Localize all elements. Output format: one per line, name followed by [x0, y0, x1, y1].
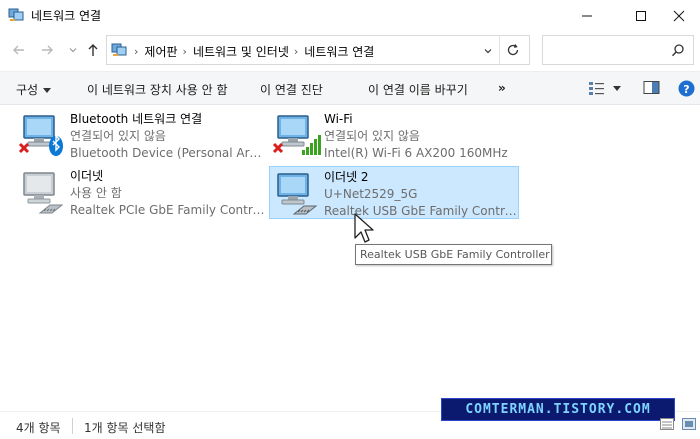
- breadcrumb: › 제어판 › 네트워크 및 인터넷 › 네트워크 연결: [129, 43, 374, 60]
- ethernet-adapter-icon: [277, 173, 318, 215]
- up-button[interactable]: [84, 41, 102, 59]
- connection-item-ethernet-2[interactable]: 이더넷 2 U+Net2529_5G Realtek USB GbE Famil…: [269, 166, 520, 219]
- arrow-left-icon: [13, 45, 24, 55]
- control-panel-icon: [111, 43, 127, 56]
- breadcrumb-separator-icon[interactable]: ›: [294, 45, 298, 58]
- close-button[interactable]: [656, 0, 700, 31]
- connection-name: 이더넷 2: [324, 170, 369, 184]
- breadcrumb-separator-icon[interactable]: ›: [134, 45, 138, 58]
- back-button[interactable]: [10, 41, 28, 59]
- breadcrumb-control-panel[interactable]: 제어판: [144, 43, 177, 60]
- wifi-adapter-icon: [272, 115, 321, 155]
- device-tooltip: Realtek USB GbE Family Controller: [355, 244, 552, 265]
- connection-text: 이더넷 사용 안 함 Realtek PCIe GbE Family Contr…: [70, 168, 266, 219]
- selected-count: 1개 항목 선택함: [84, 421, 166, 435]
- mouse-cursor-icon: [354, 213, 374, 243]
- disable-device-button[interactable]: 이 네트워크 장치 사용 안 함: [87, 81, 228, 98]
- address-dropdown-icon[interactable]: [483, 46, 493, 56]
- connection-status: 연결되어 있지 않음: [70, 129, 166, 143]
- chevron-down-icon: [69, 48, 77, 53]
- network-connections-icon: [8, 8, 24, 21]
- item-count: 4개 항목: [16, 421, 61, 435]
- chevron-down-icon: [43, 88, 52, 93]
- address-divider: [499, 36, 500, 64]
- arrow-up-icon: [88, 44, 98, 56]
- organize-menu[interactable]: 구성: [16, 81, 52, 98]
- connection-name: Wi-Fi: [324, 112, 353, 126]
- rename-connection-button[interactable]: 이 연결 이름 바꾸기: [368, 81, 468, 98]
- search-icon: [672, 44, 684, 57]
- navigation-bar: › 제어판 › 네트워크 및 인터넷 › 네트워크 연결: [0, 31, 700, 69]
- refresh-icon[interactable]: [506, 43, 520, 57]
- connection-name: 이더넷: [70, 169, 104, 183]
- organize-label: 구성: [16, 83, 39, 97]
- bluetooth-adapter-icon: [18, 115, 63, 156]
- maximize-icon: [636, 10, 646, 21]
- connection-name: Bluetooth 네트워크 연결: [70, 112, 203, 126]
- connection-status: U+Net2529_5G: [324, 187, 418, 201]
- details-view-icon[interactable]: [660, 418, 674, 430]
- connection-device: Realtek PCIe GbE Family Controller: [70, 203, 266, 217]
- close-icon: [673, 10, 685, 21]
- ethernet-adapter-icon: [23, 172, 64, 214]
- connection-item-ethernet[interactable]: 이더넷 사용 안 함 Realtek PCIe GbE Family Contr…: [16, 166, 266, 219]
- address-bar[interactable]: › 제어판 › 네트워크 및 인터넷 › 네트워크 연결: [106, 35, 530, 65]
- breadcrumb-network-internet[interactable]: 네트워크 및 인터넷: [193, 43, 289, 60]
- minimize-icon: [582, 15, 592, 16]
- breadcrumb-network-connections[interactable]: 네트워크 연결: [304, 43, 374, 60]
- view-options-dropdown-icon[interactable]: [613, 86, 621, 91]
- search-box[interactable]: [542, 35, 694, 65]
- window-title: 네트워크 연결: [31, 9, 102, 23]
- large-icons-view-icon[interactable]: [682, 418, 696, 430]
- forward-button[interactable]: [38, 41, 56, 59]
- command-bar: 구성 이 네트워크 장치 사용 안 함 이 연결 진단 이 연결 이름 바꾸기 …: [0, 71, 700, 105]
- minimize-button[interactable]: [564, 0, 610, 31]
- watermark: COMTERMAN.TISTORY.COM: [441, 398, 675, 421]
- disconnected-x-icon: [18, 142, 30, 154]
- connection-status: 연결되어 있지 않음: [324, 129, 420, 143]
- connection-text: Bluetooth 네트워크 연결 연결되어 있지 않음 Bluetooth D…: [70, 111, 266, 162]
- connection-device: Bluetooth Device (Personal Area ...: [70, 146, 266, 160]
- svg-text:?: ?: [683, 83, 689, 96]
- help-icon[interactable]: ?: [678, 80, 695, 97]
- connection-item-wifi[interactable]: Wi-Fi 연결되어 있지 않음 Intel(R) Wi-Fi 6 AX200 …: [270, 109, 520, 162]
- arrow-right-icon: [42, 45, 53, 55]
- status-divider: [72, 418, 73, 434]
- more-commands-button[interactable]: »: [498, 81, 506, 95]
- recent-locations-button[interactable]: [64, 41, 82, 59]
- change-view-icon[interactable]: [588, 80, 606, 96]
- preview-pane-icon[interactable]: [643, 80, 660, 95]
- breadcrumb-separator-icon[interactable]: ›: [183, 45, 187, 58]
- connection-item-bluetooth[interactable]: Bluetooth 네트워크 연결 연결되어 있지 않음 Bluetooth D…: [16, 109, 266, 162]
- connection-text: Wi-Fi 연결되어 있지 않음 Intel(R) Wi-Fi 6 AX200 …: [324, 111, 520, 162]
- connections-list: Bluetooth 네트워크 연결 연결되어 있지 않음 Bluetooth D…: [0, 105, 700, 411]
- title-bar: 네트워크 연결: [0, 0, 700, 31]
- connection-status: 사용 안 함: [70, 186, 122, 200]
- diagnose-connection-button[interactable]: 이 연결 진단: [260, 81, 323, 98]
- connection-device: Intel(R) Wi-Fi 6 AX200 160MHz: [324, 146, 508, 160]
